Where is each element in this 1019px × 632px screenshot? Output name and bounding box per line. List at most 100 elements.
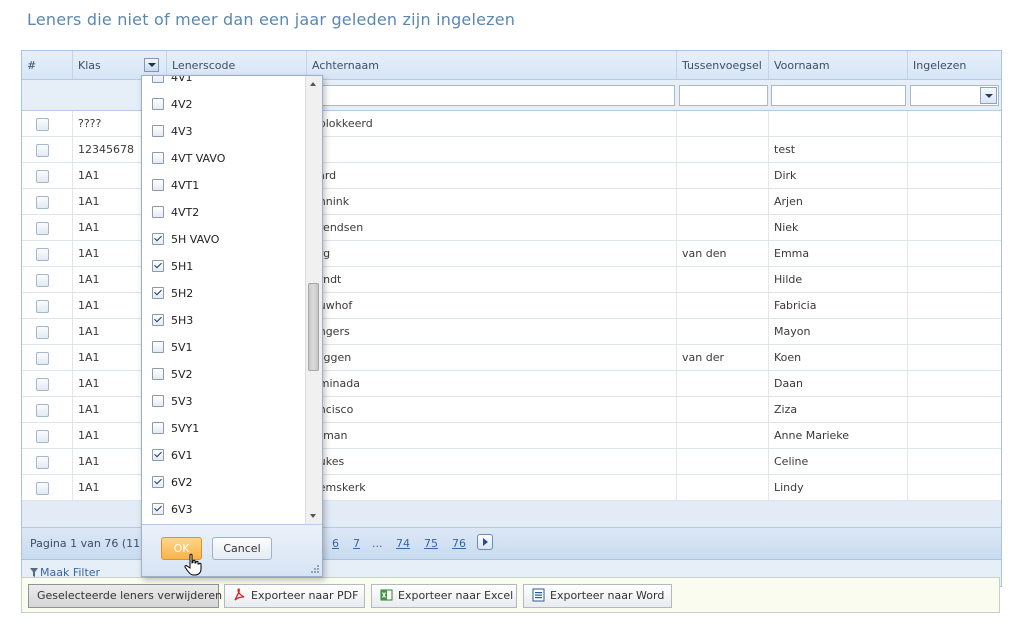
row-checkbox[interactable] bbox=[36, 195, 49, 209]
cell-achternaam: aukes bbox=[307, 449, 677, 474]
checkbox-icon[interactable] bbox=[152, 76, 164, 83]
row-checkbox[interactable] bbox=[36, 481, 49, 495]
klas-option-label: 4VT1 bbox=[171, 179, 200, 192]
export-word-button[interactable]: Exporteer naar Word bbox=[523, 584, 672, 608]
checkbox-icon[interactable] bbox=[152, 98, 164, 110]
checkbox-checked-icon[interactable] bbox=[152, 314, 164, 326]
cell-select bbox=[22, 423, 73, 448]
klas-option[interactable]: 4VT2 bbox=[152, 203, 199, 223]
klas-option[interactable]: 5H1 bbox=[152, 257, 193, 277]
checkbox-icon[interactable] bbox=[152, 179, 164, 191]
checkbox-icon[interactable] bbox=[152, 152, 164, 164]
tussenvoegsel-filter-input[interactable] bbox=[679, 85, 768, 106]
cell-voornaam: Ziza bbox=[769, 397, 908, 422]
dropdown-scrollbar[interactable] bbox=[305, 76, 322, 524]
row-checkbox[interactable] bbox=[36, 169, 49, 183]
cell-select bbox=[22, 215, 73, 240]
page-link[interactable]: 76 bbox=[452, 537, 466, 550]
klas-option[interactable]: 6V3 bbox=[152, 500, 193, 520]
cell-ingelezen bbox=[908, 137, 1001, 162]
row-checkbox[interactable] bbox=[36, 117, 49, 131]
klas-option[interactable]: 5V3 bbox=[152, 392, 193, 412]
delete-selected-button[interactable]: Geselecteerde leners verwijderen bbox=[28, 584, 222, 608]
column-header-achternaam[interactable]: Achternaam bbox=[307, 51, 677, 79]
hand-cursor-icon bbox=[184, 553, 202, 576]
cancel-button[interactable]: Cancel bbox=[212, 537, 272, 560]
cell-select bbox=[22, 293, 73, 318]
checkbox-checked-icon[interactable] bbox=[152, 449, 164, 461]
checkbox-icon[interactable] bbox=[152, 341, 164, 353]
achternaam-filter-input[interactable] bbox=[309, 85, 675, 106]
scrollbar-thumb[interactable] bbox=[308, 283, 319, 371]
cell-voornaam: Hilde bbox=[769, 267, 908, 292]
voornaam-filter-input[interactable] bbox=[771, 85, 906, 106]
cell-voornaam: Celine bbox=[769, 449, 908, 474]
klas-filter-dropdown: 4V1 4V2 4V3 4VT VAVO 4VT1 4VT2 5H VAVO 5H1 5H2 5H… bbox=[141, 75, 323, 577]
checkbox-checked-icon[interactable] bbox=[152, 287, 164, 299]
row-checkbox[interactable] bbox=[36, 273, 49, 287]
next-page-button[interactable] bbox=[477, 534, 493, 550]
klas-filter-list[interactable]: 4V1 4V2 4V3 4VT VAVO 4VT1 4VT2 5H VAVO 5H1 5H2 5H… bbox=[142, 76, 305, 524]
klas-option[interactable]: 5V2 bbox=[152, 365, 193, 385]
column-header-tussenvoegsel[interactable]: Tussenvoegsel bbox=[677, 51, 769, 79]
checkbox-icon[interactable] bbox=[152, 206, 164, 218]
klas-option[interactable]: 5H VAVO bbox=[152, 230, 219, 250]
cell-ingelezen bbox=[908, 397, 1001, 422]
resize-grip-icon[interactable] bbox=[310, 564, 320, 574]
page-link[interactable]: 7 bbox=[353, 537, 360, 550]
row-checkbox[interactable] bbox=[36, 325, 49, 339]
column-header-ingelezen[interactable]: Ingelezen bbox=[908, 51, 1001, 79]
page-link[interactable]: 75 bbox=[424, 537, 438, 550]
checkbox-icon[interactable] bbox=[152, 395, 164, 407]
klas-option[interactable]: 5V1 bbox=[152, 338, 193, 358]
row-checkbox[interactable] bbox=[36, 247, 49, 261]
column-header-number[interactable]: # bbox=[22, 51, 73, 79]
page-title: Leners die niet of meer dan een jaar gel… bbox=[27, 10, 516, 29]
checkbox-icon[interactable] bbox=[152, 422, 164, 434]
page-link[interactable]: 74 bbox=[396, 537, 410, 550]
klas-option[interactable]: 6V1 bbox=[152, 446, 193, 466]
row-checkbox[interactable] bbox=[36, 143, 49, 157]
page-link[interactable]: 6 bbox=[332, 537, 339, 550]
scroll-up-icon[interactable] bbox=[310, 82, 316, 86]
page-ellipsis: ... bbox=[372, 537, 383, 550]
checkbox-icon[interactable] bbox=[152, 368, 164, 380]
klas-option[interactable]: 5H2 bbox=[152, 284, 193, 304]
klas-option[interactable]: 5H3 bbox=[152, 311, 193, 331]
klas-option[interactable]: 4V1 bbox=[152, 76, 193, 88]
row-checkbox[interactable] bbox=[36, 403, 49, 417]
klas-filter-dropdown-button[interactable] bbox=[144, 58, 159, 72]
checkbox-checked-icon[interactable] bbox=[152, 260, 164, 272]
row-checkbox[interactable] bbox=[36, 351, 49, 365]
klas-option[interactable]: 4VT VAVO bbox=[152, 149, 225, 169]
klas-option-label: 5VY1 bbox=[171, 422, 200, 435]
checkbox-checked-icon[interactable] bbox=[152, 503, 164, 515]
cell-select bbox=[22, 267, 73, 292]
ingelezen-filter-select[interactable] bbox=[910, 85, 999, 106]
klas-option[interactable]: 4VT1 bbox=[152, 176, 199, 196]
checkbox-icon[interactable] bbox=[152, 125, 164, 137]
cell-voornaam: Lindy bbox=[769, 475, 908, 500]
column-header-voornaam[interactable]: Voornaam bbox=[769, 51, 908, 79]
row-checkbox[interactable] bbox=[36, 377, 49, 391]
klas-option[interactable]: 4V2 bbox=[152, 95, 193, 115]
scroll-down-icon[interactable] bbox=[310, 514, 316, 518]
row-checkbox[interactable] bbox=[36, 299, 49, 313]
checkbox-checked-icon[interactable] bbox=[152, 476, 164, 488]
cell-achternaam: aminada bbox=[307, 371, 677, 396]
klas-option[interactable]: 4V3 bbox=[152, 122, 193, 142]
chevron-down-icon[interactable] bbox=[980, 87, 997, 104]
export-excel-button[interactable]: Exporteer naar Excel bbox=[371, 584, 517, 608]
row-checkbox[interactable] bbox=[36, 429, 49, 443]
cell-tussenvoegsel bbox=[677, 475, 769, 500]
checkbox-checked-icon[interactable] bbox=[152, 233, 164, 245]
row-checkbox[interactable] bbox=[36, 455, 49, 469]
cell-voornaam: Niek bbox=[769, 215, 908, 240]
row-checkbox[interactable] bbox=[36, 221, 49, 235]
column-header-klas-label: Klas bbox=[78, 59, 101, 72]
cell-ingelezen bbox=[908, 371, 1001, 396]
klas-option[interactable]: 6V2 bbox=[152, 473, 193, 493]
export-pdf-button[interactable]: Exporteer naar PDF bbox=[224, 584, 365, 608]
klas-option[interactable]: 5VY1 bbox=[152, 419, 199, 439]
cell-select bbox=[22, 111, 73, 136]
